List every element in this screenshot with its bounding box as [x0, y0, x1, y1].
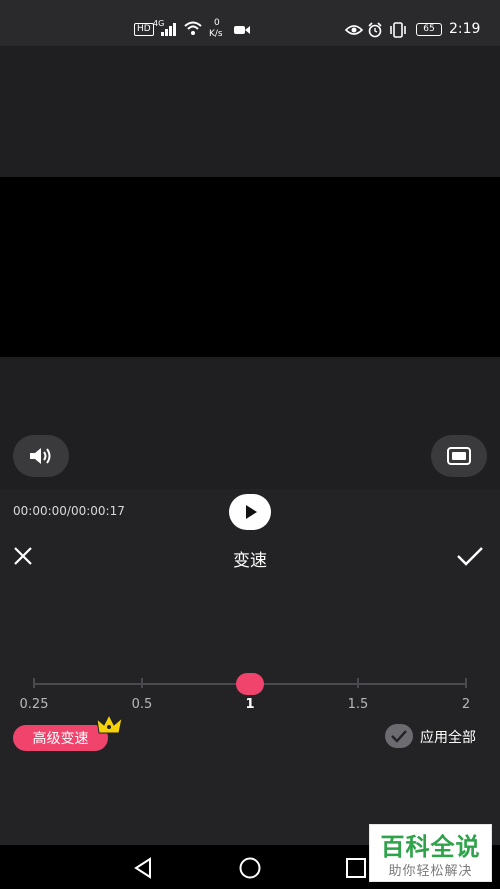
video-camera-icon — [234, 26, 250, 34]
status-bar: HD 4G 0 K/s 65 2:19 — [0, 0, 500, 46]
signal-icon — [161, 23, 176, 36]
confirm-check-icon[interactable] — [456, 545, 484, 567]
battery-icon: 65 — [416, 23, 442, 36]
eye-comfort-icon — [345, 25, 363, 35]
panel-title: 变速 — [233, 551, 267, 571]
slider-thumb[interactable] — [236, 673, 264, 695]
advanced-speed-button[interactable]: 高级变速 — [13, 725, 108, 751]
apply-all-checkbox[interactable] — [385, 724, 413, 748]
play-icon — [246, 505, 257, 519]
speaker-icon — [30, 448, 51, 464]
net-speed-unit: K/s — [209, 29, 223, 39]
video-preview-bottom — [0, 357, 500, 489]
slider-tick — [357, 678, 359, 688]
fullscreen-icon — [447, 447, 471, 465]
slider-tick — [465, 678, 467, 688]
aspect-ratio-button[interactable] — [431, 435, 487, 477]
watermark-logo: 百科全说 助你轻松解决 — [369, 824, 492, 882]
hd-icon: HD — [134, 23, 154, 36]
video-frame[interactable] — [0, 177, 500, 357]
slider-tick — [33, 678, 35, 688]
playback-time: 00:00:00/00:00:17 — [13, 504, 125, 518]
video-preview-top — [0, 46, 500, 177]
tick-label-0.25: 0.25 — [19, 697, 49, 712]
tick-label-0.5: 0.5 — [131, 697, 153, 712]
volume-button[interactable] — [13, 435, 69, 477]
clock: 2:19 — [449, 21, 481, 37]
vibrate-icon — [390, 22, 406, 38]
back-icon[interactable] — [132, 857, 154, 879]
apply-all-label[interactable]: 应用全部 — [420, 727, 476, 747]
crown-icon — [96, 713, 123, 734]
advanced-speed-label: 高级变速 — [32, 731, 89, 747]
watermark-title: 百科全说 — [380, 833, 481, 861]
recent-apps-icon[interactable] — [345, 857, 367, 879]
net-speed-value: 0 — [214, 18, 220, 28]
tick-label-1.5: 1.5 — [347, 697, 369, 712]
check-icon — [391, 730, 407, 743]
alarm-icon — [368, 22, 382, 38]
slider-tick — [141, 678, 143, 688]
tick-label-1: 1 — [245, 697, 255, 712]
home-icon[interactable] — [238, 856, 262, 880]
wifi-icon — [184, 21, 202, 35]
watermark-subtitle: 助你轻松解决 — [388, 864, 473, 879]
tick-label-2: 2 — [461, 697, 471, 712]
play-button[interactable] — [229, 494, 271, 530]
